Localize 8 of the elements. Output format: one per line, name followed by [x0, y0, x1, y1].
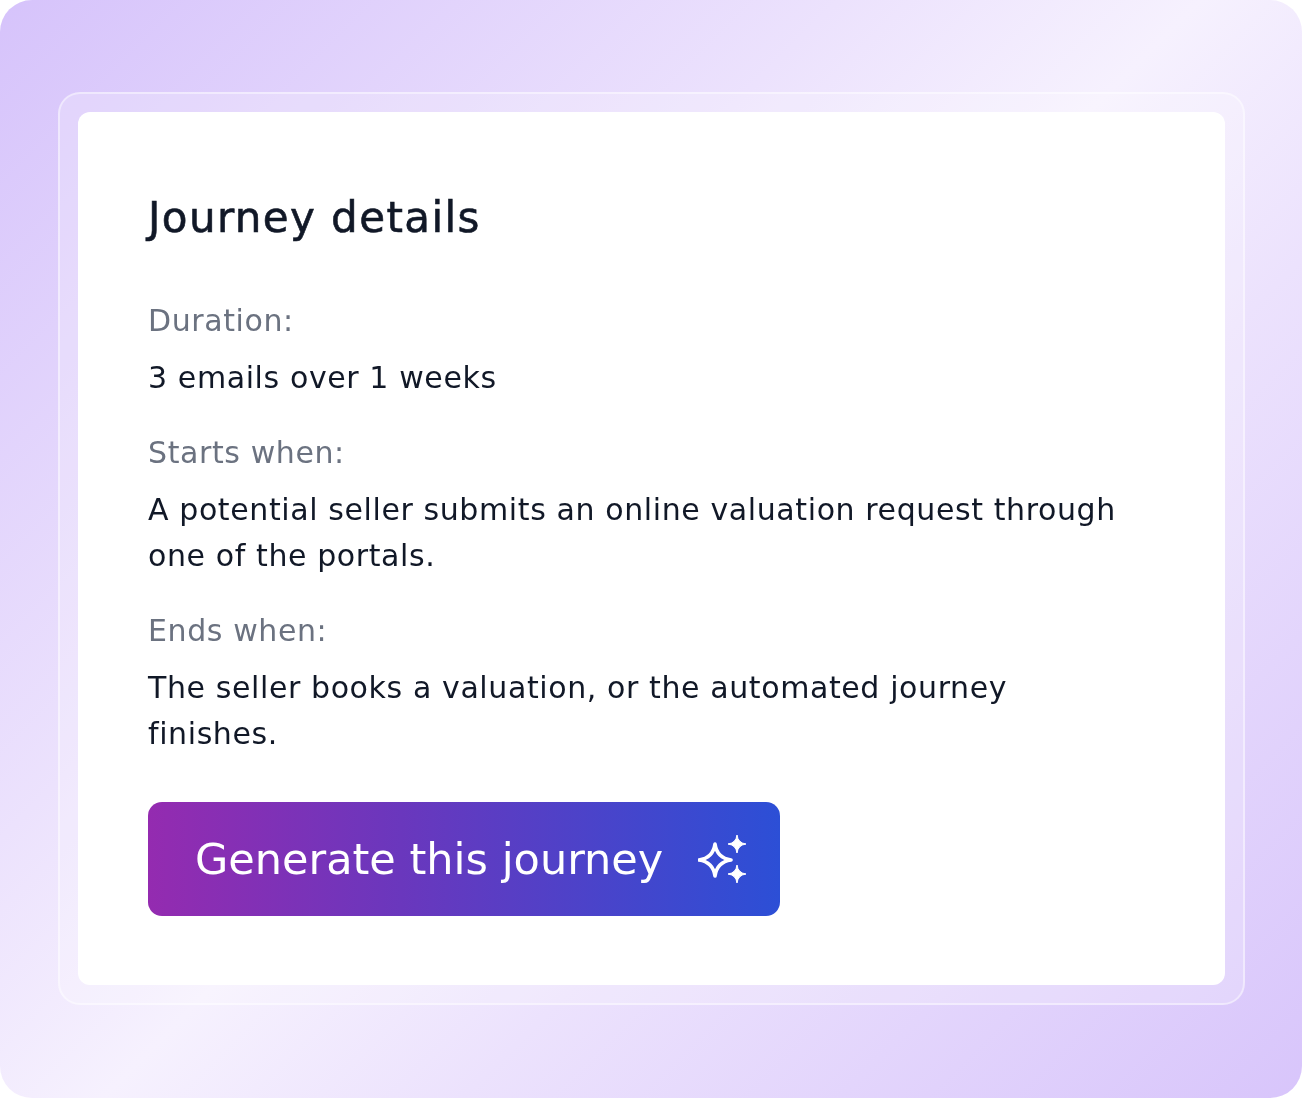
- detail-label: Starts when:: [148, 434, 345, 472]
- detail-label: Duration:: [148, 302, 294, 340]
- detail-value: The seller books a valuation, or the automated journey finishes.: [148, 669, 1009, 753]
- detail-value: 3 emails over 1 weeks: [148, 359, 497, 397]
- sparkle-icon: [698, 834, 748, 884]
- generate-button[interactable]: Generate this journey: [148, 802, 781, 916]
- detail-value: A potential seller submits an online valuation request through one of the portals.: [148, 491, 1117, 575]
- detail-label: Ends when:: [148, 612, 328, 650]
